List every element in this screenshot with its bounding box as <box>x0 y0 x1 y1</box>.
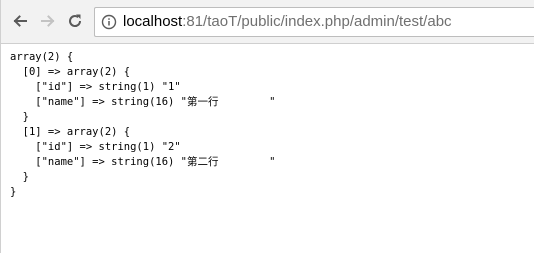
forward-button[interactable] <box>37 10 59 32</box>
dump-line: ["id"] => string(1) "2" <box>10 141 181 153</box>
dump-line: array(2) { <box>10 51 74 63</box>
url-path: :81/taoT/public/index.php/admin/test/abc <box>182 13 452 30</box>
arrow-left-icon <box>13 15 27 27</box>
dump-line: ["name"] => string(16) "第一行 " <box>10 96 276 108</box>
browser-window: localhost:81/taoT/public/index.php/admin… <box>0 0 534 253</box>
dump-line: [0] => array(2) { <box>10 66 131 78</box>
address-bar[interactable]: localhost:81/taoT/public/index.php/admin… <box>94 7 534 37</box>
arrow-right-icon <box>41 15 55 27</box>
dump-line: } <box>10 186 17 198</box>
dump-line: } <box>10 171 29 183</box>
url-host: localhost <box>123 13 183 30</box>
browser-toolbar: localhost:81/taoT/public/index.php/admin… <box>1 0 534 44</box>
dump-line: ["id"] => string(1) "1" <box>10 81 181 93</box>
var-dump-output: array(2) { [0] => array(2) { ["id"] => s… <box>10 50 275 200</box>
dump-line: ["name"] => string(16) "第二行 " <box>10 156 276 168</box>
dump-line: [1] => array(2) { <box>10 126 131 138</box>
reload-button[interactable] <box>64 10 86 32</box>
info-circle-icon[interactable] <box>101 14 117 30</box>
reload-icon <box>69 14 82 27</box>
dump-line: } <box>10 111 29 123</box>
back-button[interactable] <box>9 10 31 32</box>
url-text[interactable]: localhost:81/taoT/public/index.php/admin… <box>123 7 452 37</box>
